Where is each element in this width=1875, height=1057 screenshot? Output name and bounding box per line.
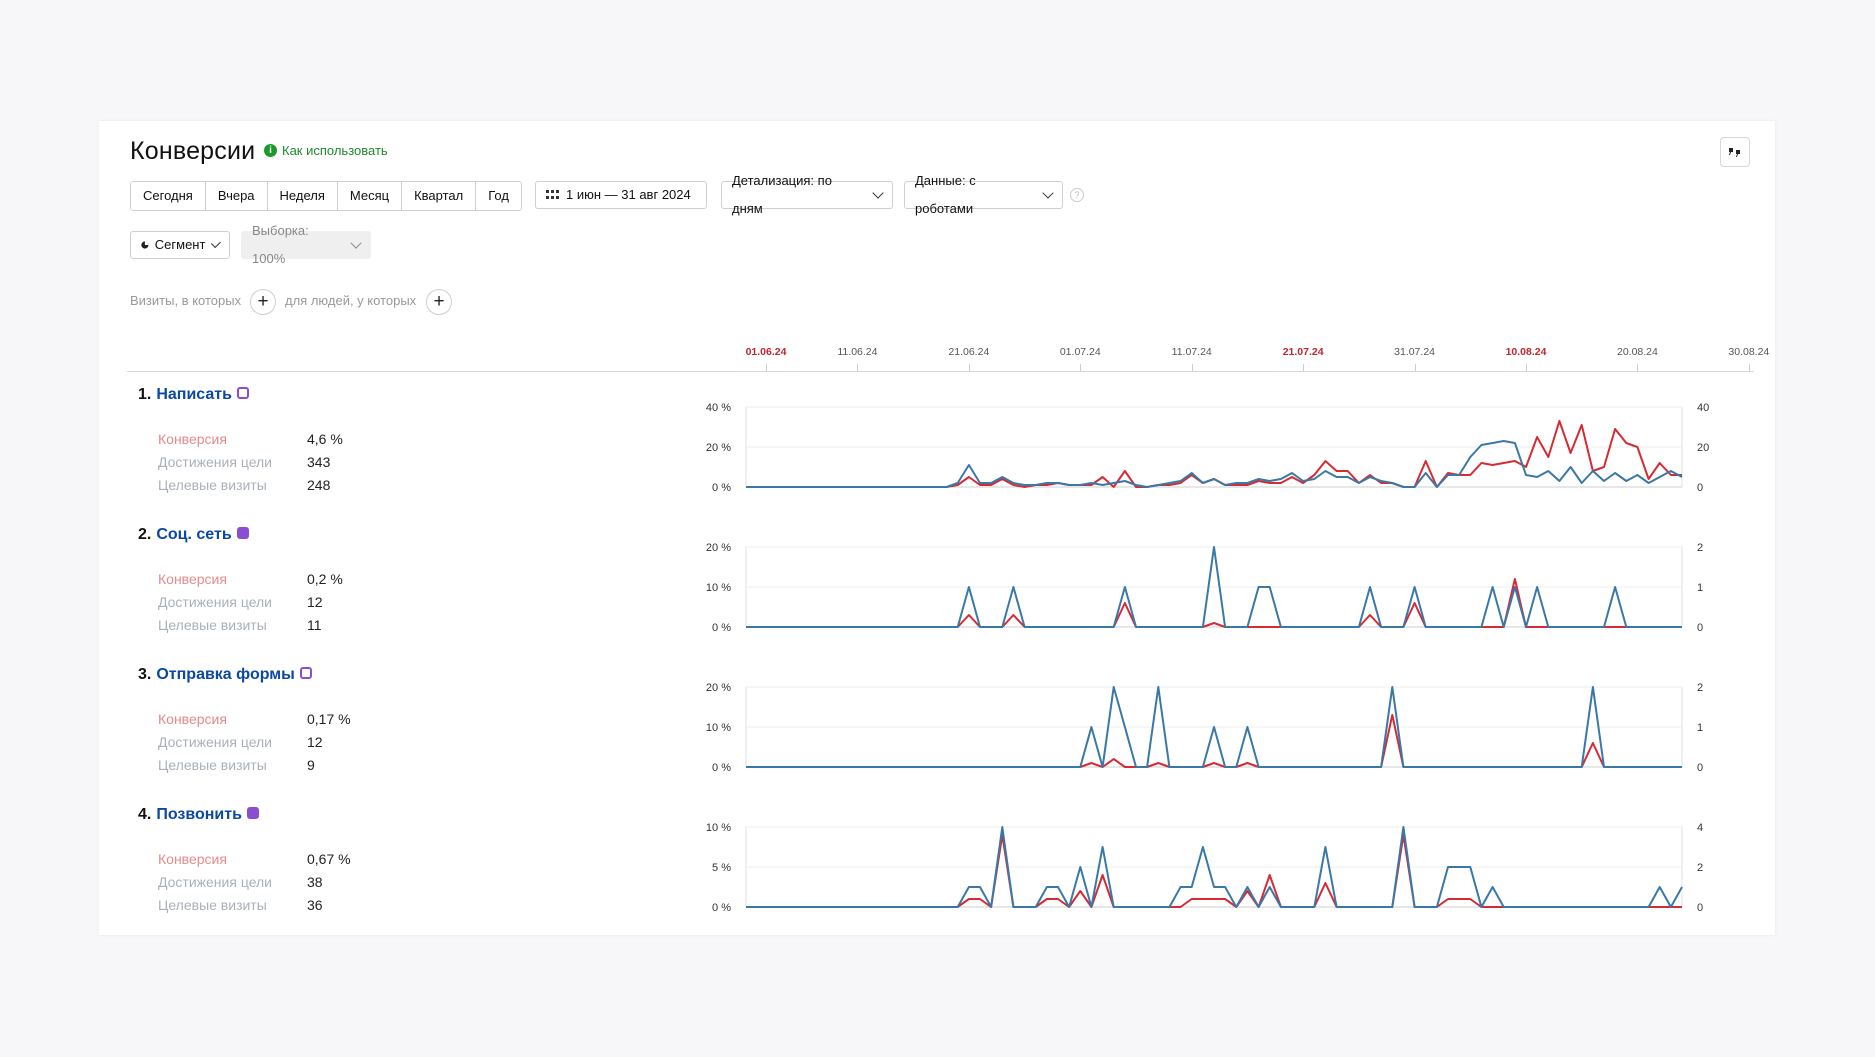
y-right-tick-label: 2 <box>1697 542 1703 554</box>
y-right-tick-label: 2 <box>1697 682 1703 694</box>
y-right-tick-label: 20 <box>1697 442 1709 454</box>
visits-series-line <box>746 440 1683 488</box>
y-right-tick-label: 0 <box>1697 622 1703 634</box>
y-left-tick-label: 20 % <box>706 542 731 554</box>
y-right-tick-label: 0 <box>1697 902 1703 914</box>
goal-chart: 20 % 210 % 10 % 0 <box>706 682 1703 774</box>
y-right-tick-label: 1 <box>1697 582 1703 594</box>
y-left-tick-label: 10 % <box>706 582 731 594</box>
y-left-tick-label: 20 % <box>706 682 731 694</box>
goal-chart: 40 % 40 20 % 20 0 % 0 <box>706 402 1709 494</box>
y-right-tick-label: 40 <box>1697 402 1709 414</box>
y-left-tick-label: 0 % <box>712 482 731 494</box>
y-left-tick-label: 40 % <box>706 402 731 414</box>
conversion-series-line <box>746 420 1682 488</box>
y-left-tick-label: 20 % <box>706 442 731 454</box>
y-left-tick-label: 0 % <box>712 762 731 774</box>
conversion-series-line <box>746 714 1682 768</box>
y-left-tick-label: 5 % <box>712 862 731 874</box>
conversion-charts: 40 % 4020 % 200 % 020 % 210 % 10 % 020 % 210 % 1… <box>706 402 1709 914</box>
y-right-tick-label: 0 <box>1697 762 1703 774</box>
y-left-tick-label: 10 % <box>706 722 731 734</box>
y-left-tick-label: 10 % <box>706 822 731 834</box>
y-left-tick-label: 0 % <box>712 622 731 634</box>
conversion-series-line <box>746 834 1682 908</box>
goal-chart: 10 % 4 5 % 2 0 % 0 <box>706 822 1703 914</box>
y-left-tick-label: 0 % <box>712 902 731 914</box>
y-right-tick-label: 4 <box>1697 822 1703 834</box>
y-right-tick-label: 2 <box>1697 862 1703 874</box>
y-right-tick-label: 0 <box>1697 482 1703 494</box>
goal-chart: 20 % 210 % 10 % 0 <box>706 542 1703 634</box>
y-right-tick-label: 1 <box>1697 722 1703 734</box>
